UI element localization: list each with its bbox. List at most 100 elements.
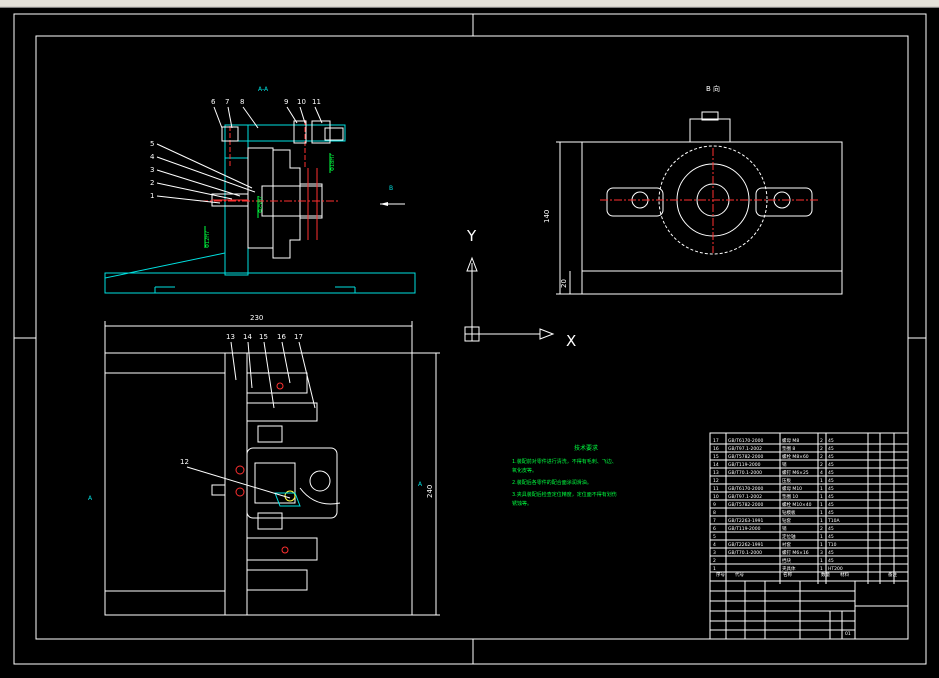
svg-text:7: 7 xyxy=(225,98,229,106)
table-cell: 1 xyxy=(820,558,823,564)
table-cell: 4 xyxy=(713,542,716,548)
view-label-b: B 向 xyxy=(706,84,720,93)
table-cell: 垫圈 8 xyxy=(782,445,795,452)
drawing-canvas[interactable]: A-A Φ25H7 Φ18H7 Φ12H7 6 7 8 9 10 11 5 4 … xyxy=(0,8,939,674)
table-cell: 2 xyxy=(820,526,823,532)
table-row[interactable]: 15 GB/T5782-2000 螺栓 M8×60 2 45 xyxy=(710,453,908,461)
table-cell: 1 xyxy=(820,534,823,540)
toolbar-segment[interactable] xyxy=(910,0,939,6)
table-row[interactable]: 6 GB/T119-2000 销 2 45 xyxy=(710,525,908,533)
table-cell: GB/T97.1-2002 xyxy=(728,494,762,500)
table-cell: 衬套 xyxy=(782,541,791,548)
table-row[interactable]: 3 GB/T70.1-2000 螺钉 M6×16 3 45 xyxy=(710,549,908,557)
toolbar-segment[interactable] xyxy=(90,0,346,6)
dim-240: 240 xyxy=(426,485,434,498)
bill-of-materials[interactable]: 17 GB/T6170-2000 螺母 M8 2 4516 GB/T97.1-2002 垫圈… xyxy=(709,432,909,640)
table-cell: T10 xyxy=(827,542,837,548)
table-row[interactable]: 8 钻模板 1 45 xyxy=(710,509,908,517)
svg-text:15: 15 xyxy=(259,333,268,341)
table-cell: GB/T97.1-2002 xyxy=(728,446,762,452)
table-cell: 垫圈 10 xyxy=(782,493,798,500)
table-row[interactable]: 2 挡块 1 45 xyxy=(710,557,908,565)
technical-notes[interactable]: 技术要求 1.装配前对零件进行清洗，不得有毛刺、飞边、 氧化皮等。 2.装配后各… xyxy=(512,444,617,507)
toolbar-segment[interactable] xyxy=(345,0,361,6)
table-row[interactable]: 14 GB/T119-2000 销 2 45 xyxy=(710,461,908,469)
svg-text:4: 4 xyxy=(150,153,155,161)
table-cell: 45 xyxy=(828,502,834,508)
table-cell: 45 xyxy=(828,494,834,500)
svg-text:12: 12 xyxy=(180,458,189,466)
table-cell: 12 xyxy=(713,478,719,484)
table-cell: 7 xyxy=(713,518,716,524)
table-cell: 螺母 M10 xyxy=(782,485,802,492)
table-row[interactable]: 11 GB/T6170-2000 螺母 M10 1 45 xyxy=(710,485,908,493)
svg-text:10: 10 xyxy=(297,98,306,106)
toolbar-segment[interactable] xyxy=(680,0,911,6)
table-cell: 2 xyxy=(820,438,823,444)
notes-line: 3.夹具装配后检查定位精度，定位面不得有划伤 xyxy=(512,491,617,498)
table-cell: GB/T70.1-2000 xyxy=(728,550,762,556)
table-cell: 3 xyxy=(820,550,823,556)
table-cell: GB/T6170-2000 xyxy=(728,486,764,492)
table-cell: GB/T5782-2000 xyxy=(728,454,764,460)
svg-text:材料: 材料 xyxy=(840,571,849,578)
svg-text:14: 14 xyxy=(243,333,252,341)
table-cell: GB/T5782-2000 xyxy=(728,502,764,508)
table-row[interactable]: 10 GB/T97.1-2002 垫圈 10 1 45 xyxy=(710,493,908,501)
svg-text:备注: 备注 xyxy=(888,571,897,578)
table-cell: GB/T2262-1991 xyxy=(728,542,764,548)
table-cell: GB/T2263-1991 xyxy=(728,518,764,524)
dim-20: 20 xyxy=(560,279,568,288)
view-b-direction[interactable]: B 向 140 20 xyxy=(543,84,843,295)
dim-230: 230 xyxy=(250,314,263,322)
table-cell: 8 xyxy=(713,510,716,516)
section-mark-a-right: A xyxy=(418,481,423,488)
svg-text:6: 6 xyxy=(211,98,216,106)
toolbar-segment[interactable] xyxy=(0,0,91,6)
table-cell: 45 xyxy=(828,454,834,460)
dim-dia-3: Φ12H7 xyxy=(205,231,211,248)
table-cell: 1 xyxy=(820,510,823,516)
title-block-code: 01 xyxy=(845,631,851,637)
svg-text:11: 11 xyxy=(312,98,321,106)
table-cell: 螺栓 M8×60 xyxy=(782,453,809,460)
table-row[interactable]: 9 GB/T5782-2000 螺栓 M10×40 1 45 xyxy=(710,501,908,509)
table-cell: 13 xyxy=(713,470,719,476)
table-cell: 45 xyxy=(828,526,834,532)
table-cell: 45 xyxy=(828,550,834,556)
table-cell: 6 xyxy=(713,526,716,532)
table-cell: 1 xyxy=(713,566,716,572)
table-cell: GB/T70.1-2000 xyxy=(728,470,762,476)
table-cell: 14 xyxy=(713,462,719,468)
table-cell: 9 xyxy=(713,502,716,508)
dim-dia-2: Φ18H7 xyxy=(330,154,336,171)
table-cell: GB/T6170-2000 xyxy=(728,438,764,444)
dim-dia-1: Φ25H7 xyxy=(258,196,264,213)
table-row[interactable]: 12 压板 1 45 xyxy=(710,477,908,485)
table-cell: 10 xyxy=(713,494,719,500)
toolbar-segment[interactable] xyxy=(360,0,681,6)
notes-line: 1.装配前对零件进行清洗，不得有毛刺、飞边、 xyxy=(512,458,617,465)
svg-text:5: 5 xyxy=(150,140,154,148)
svg-text:代号: 代号 xyxy=(735,571,744,578)
table-row[interactable]: 4 GB/T2262-1991 衬套 1 T10 xyxy=(710,541,908,549)
table-cell: 45 xyxy=(828,470,834,476)
table-cell: 1 xyxy=(820,518,823,524)
table-cell: 17 xyxy=(713,438,719,444)
table-cell: 4 xyxy=(820,470,823,476)
table-row[interactable]: 13 GB/T70.1-2000 螺钉 M6×25 4 45 xyxy=(710,469,908,477)
table-row[interactable]: 1 夹具体 1 HT200 xyxy=(710,565,908,573)
dim-140: 140 xyxy=(543,210,551,223)
table-cell: 压板 xyxy=(782,477,791,484)
table-row[interactable]: 17 GB/T6170-2000 螺母 M8 2 45 xyxy=(710,437,908,445)
ucs-x-label: X xyxy=(566,332,576,350)
table-cell: 销 xyxy=(782,525,787,532)
svg-text:2: 2 xyxy=(150,179,154,187)
svg-text:数量: 数量 xyxy=(821,571,830,578)
plan-view[interactable]: 230 240 13 14 15 16 17 12 A A xyxy=(88,314,440,616)
table-row[interactable]: 7 GB/T2263-1991 钻套 1 T10A xyxy=(710,517,908,525)
table-row[interactable]: 16 GB/T97.1-2002 垫圈 8 2 45 xyxy=(710,445,908,453)
table-cell: 1 xyxy=(820,542,823,548)
table-row[interactable]: 5 定位轴 1 45 xyxy=(710,533,908,541)
section-view-a-a[interactable]: A-A Φ25H7 Φ18H7 Φ12H7 6 7 8 9 10 11 5 4 … xyxy=(104,86,416,294)
